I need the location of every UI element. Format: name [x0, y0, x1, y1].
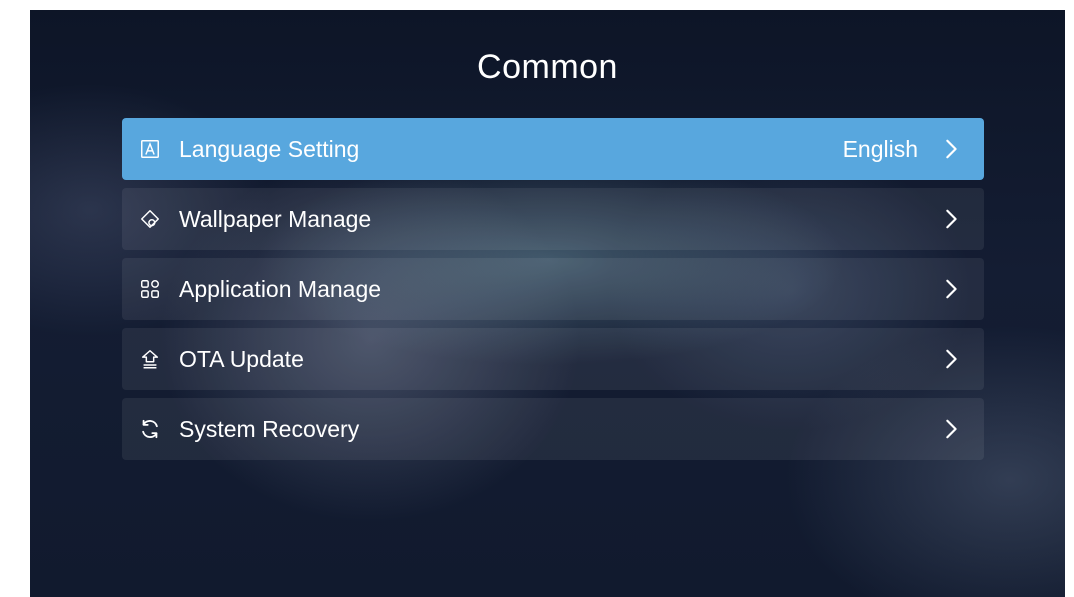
apps-icon: [138, 277, 162, 301]
chevron-right-icon: [940, 348, 962, 370]
menu-item-label: Language Setting: [179, 135, 360, 162]
menu-item-application-manage[interactable]: Application Manage: [122, 258, 984, 320]
settings-menu: Language Setting English Wallpaper Manag…: [122, 118, 984, 468]
menu-item-label: System Recovery: [179, 415, 360, 442]
menu-item-system-recovery[interactable]: System Recovery: [122, 398, 984, 460]
menu-item-value: English: [842, 135, 918, 162]
menu-item-language-setting[interactable]: Language Setting English: [122, 118, 984, 180]
page-title: Common: [477, 48, 618, 86]
chevron-right-icon: [940, 418, 962, 440]
menu-item-label: Application Manage: [179, 275, 382, 302]
menu-item-wallpaper-manage[interactable]: Wallpaper Manage: [122, 188, 984, 250]
chevron-right-icon: [940, 208, 962, 230]
chevron-right-icon: [940, 278, 962, 300]
language-icon: [138, 137, 162, 161]
settings-screen: Common Language Setting English Wallpape…: [30, 10, 1065, 597]
chevron-right-icon: [940, 138, 962, 160]
ota-update-icon: [138, 347, 162, 371]
menu-item-label: Wallpaper Manage: [179, 205, 372, 232]
menu-item-ota-update[interactable]: OTA Update: [122, 328, 984, 390]
wallpaper-icon: [138, 207, 162, 231]
menu-item-label: OTA Update: [179, 345, 304, 372]
recovery-icon: [138, 417, 162, 441]
